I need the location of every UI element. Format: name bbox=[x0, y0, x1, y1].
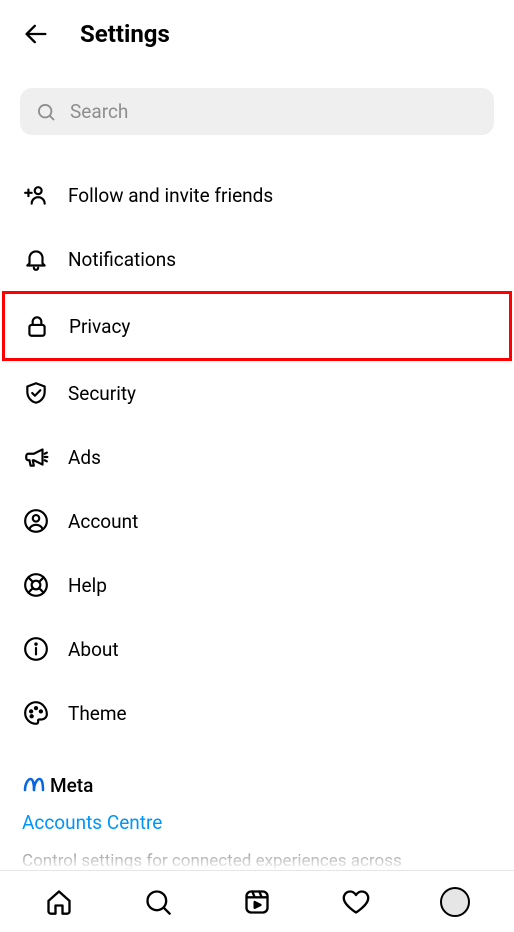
menu-label: Security bbox=[68, 382, 136, 405]
megaphone-icon bbox=[23, 444, 49, 470]
shield-icon bbox=[23, 380, 49, 406]
menu-item-privacy[interactable]: Privacy bbox=[21, 294, 493, 358]
nav-home[interactable] bbox=[44, 887, 74, 917]
menu-item-about[interactable]: About bbox=[20, 617, 494, 681]
search-icon bbox=[144, 888, 172, 916]
meta-brand: Meta bbox=[22, 773, 492, 797]
home-icon bbox=[45, 888, 73, 916]
menu-item-ads[interactable]: Ads bbox=[20, 425, 494, 489]
heart-icon bbox=[342, 888, 370, 916]
meta-icon bbox=[22, 773, 46, 797]
menu-item-security[interactable]: Security bbox=[20, 361, 494, 425]
user-circle-icon bbox=[23, 508, 49, 534]
accounts-centre-link[interactable]: Accounts Centre bbox=[22, 811, 492, 834]
lock-icon bbox=[24, 313, 50, 339]
meta-brand-text: Meta bbox=[50, 774, 93, 797]
menu-label: Privacy bbox=[69, 315, 130, 338]
menu-item-help[interactable]: Help bbox=[20, 553, 494, 617]
menu-label: Theme bbox=[68, 702, 127, 725]
nav-profile[interactable] bbox=[440, 887, 470, 917]
bottom-nav bbox=[0, 870, 514, 932]
content: Search Follow and invite friends Notific… bbox=[0, 68, 514, 874]
search-icon bbox=[36, 102, 56, 122]
menu-item-follow[interactable]: Follow and invite friends bbox=[20, 163, 494, 227]
meta-section: Meta Accounts Centre Control settings fo… bbox=[20, 773, 494, 874]
info-icon bbox=[23, 636, 49, 662]
menu-item-theme[interactable]: Theme bbox=[20, 681, 494, 745]
avatar-icon bbox=[440, 887, 470, 917]
menu-label: Account bbox=[68, 510, 138, 533]
search-input[interactable]: Search bbox=[20, 88, 494, 135]
menu-item-notifications[interactable]: Notifications bbox=[20, 227, 494, 291]
nav-search[interactable] bbox=[143, 887, 173, 917]
arrow-left-icon bbox=[22, 20, 50, 48]
back-button[interactable] bbox=[20, 18, 52, 50]
lifebuoy-icon bbox=[23, 572, 49, 598]
search-placeholder: Search bbox=[70, 100, 128, 123]
page-title: Settings bbox=[80, 20, 170, 48]
menu-item-account[interactable]: Account bbox=[20, 489, 494, 553]
menu-label: About bbox=[68, 638, 119, 661]
nav-activity[interactable] bbox=[341, 887, 371, 917]
highlight-box: Privacy bbox=[2, 291, 512, 361]
menu-label: Follow and invite friends bbox=[68, 184, 273, 207]
nav-reels[interactable] bbox=[242, 887, 272, 917]
header: Settings bbox=[0, 0, 514, 68]
reels-icon bbox=[243, 888, 271, 916]
menu-label: Help bbox=[68, 574, 107, 597]
menu-label: Ads bbox=[68, 446, 101, 469]
palette-icon bbox=[23, 700, 49, 726]
bell-icon bbox=[23, 246, 49, 272]
menu-label: Notifications bbox=[68, 248, 176, 271]
add-user-icon bbox=[23, 182, 49, 208]
